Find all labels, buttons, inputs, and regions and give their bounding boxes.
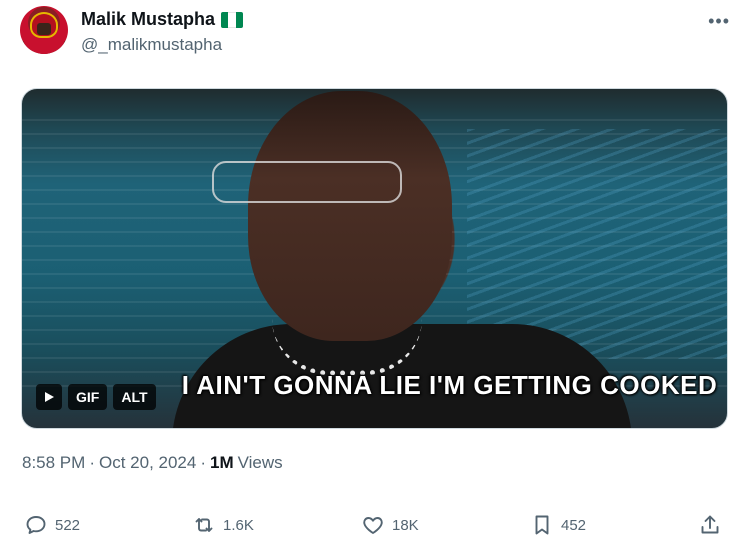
bookmark-button[interactable]: 452 xyxy=(530,506,586,544)
author-display-name[interactable]: Malik Mustapha xyxy=(81,9,215,30)
like-count: 18K xyxy=(392,516,419,534)
author-name-row: Malik Mustapha xyxy=(81,9,244,30)
repost-icon xyxy=(195,518,213,532)
tweet-date[interactable]: Oct 20, 2024 xyxy=(99,453,196,473)
repost-count: 1.6K xyxy=(223,516,254,534)
reply-icon xyxy=(26,516,46,534)
views-label: Views xyxy=(237,453,283,472)
person-head xyxy=(248,91,452,341)
play-icon[interactable] xyxy=(36,384,62,410)
tweet-media-gif[interactable]: I AIN'T GONNA LIE I'M GETTING COOKED GIF… xyxy=(21,88,728,429)
nigeria-flag-icon xyxy=(221,11,244,28)
heart-icon xyxy=(363,517,383,534)
tweet-header: Malik Mustapha @_malikmustapha ••• xyxy=(20,6,732,56)
reply-button[interactable]: 522 xyxy=(24,506,80,544)
meta-separator: · xyxy=(200,453,206,472)
glasses xyxy=(212,161,402,203)
views-count: 1M xyxy=(210,453,234,472)
tweet-actions: 522 1.6K 18K 452 xyxy=(24,506,724,544)
more-horizontal-icon[interactable]: ••• xyxy=(708,12,730,30)
alt-badge[interactable]: ALT xyxy=(113,384,156,410)
repost-button[interactable]: 1.6K xyxy=(192,506,254,544)
meta-separator: · xyxy=(89,453,95,472)
author-handle[interactable]: @_malikmustapha xyxy=(81,35,222,55)
avatar[interactable] xyxy=(20,6,68,54)
share-button[interactable] xyxy=(698,506,722,544)
tweet-time[interactable]: 8:58 PM xyxy=(22,453,85,473)
tweet-meta: 8:58 PM · Oct 20, 2024 · 1M Views xyxy=(22,453,283,473)
bookmark-icon xyxy=(535,515,549,535)
reply-count: 522 xyxy=(55,516,81,534)
gif-controls: GIF ALT xyxy=(36,384,156,410)
bookmark-count: 452 xyxy=(561,516,587,534)
like-button[interactable]: 18K xyxy=(361,506,419,544)
gif-badge: GIF xyxy=(68,384,108,410)
share-icon xyxy=(701,515,719,534)
